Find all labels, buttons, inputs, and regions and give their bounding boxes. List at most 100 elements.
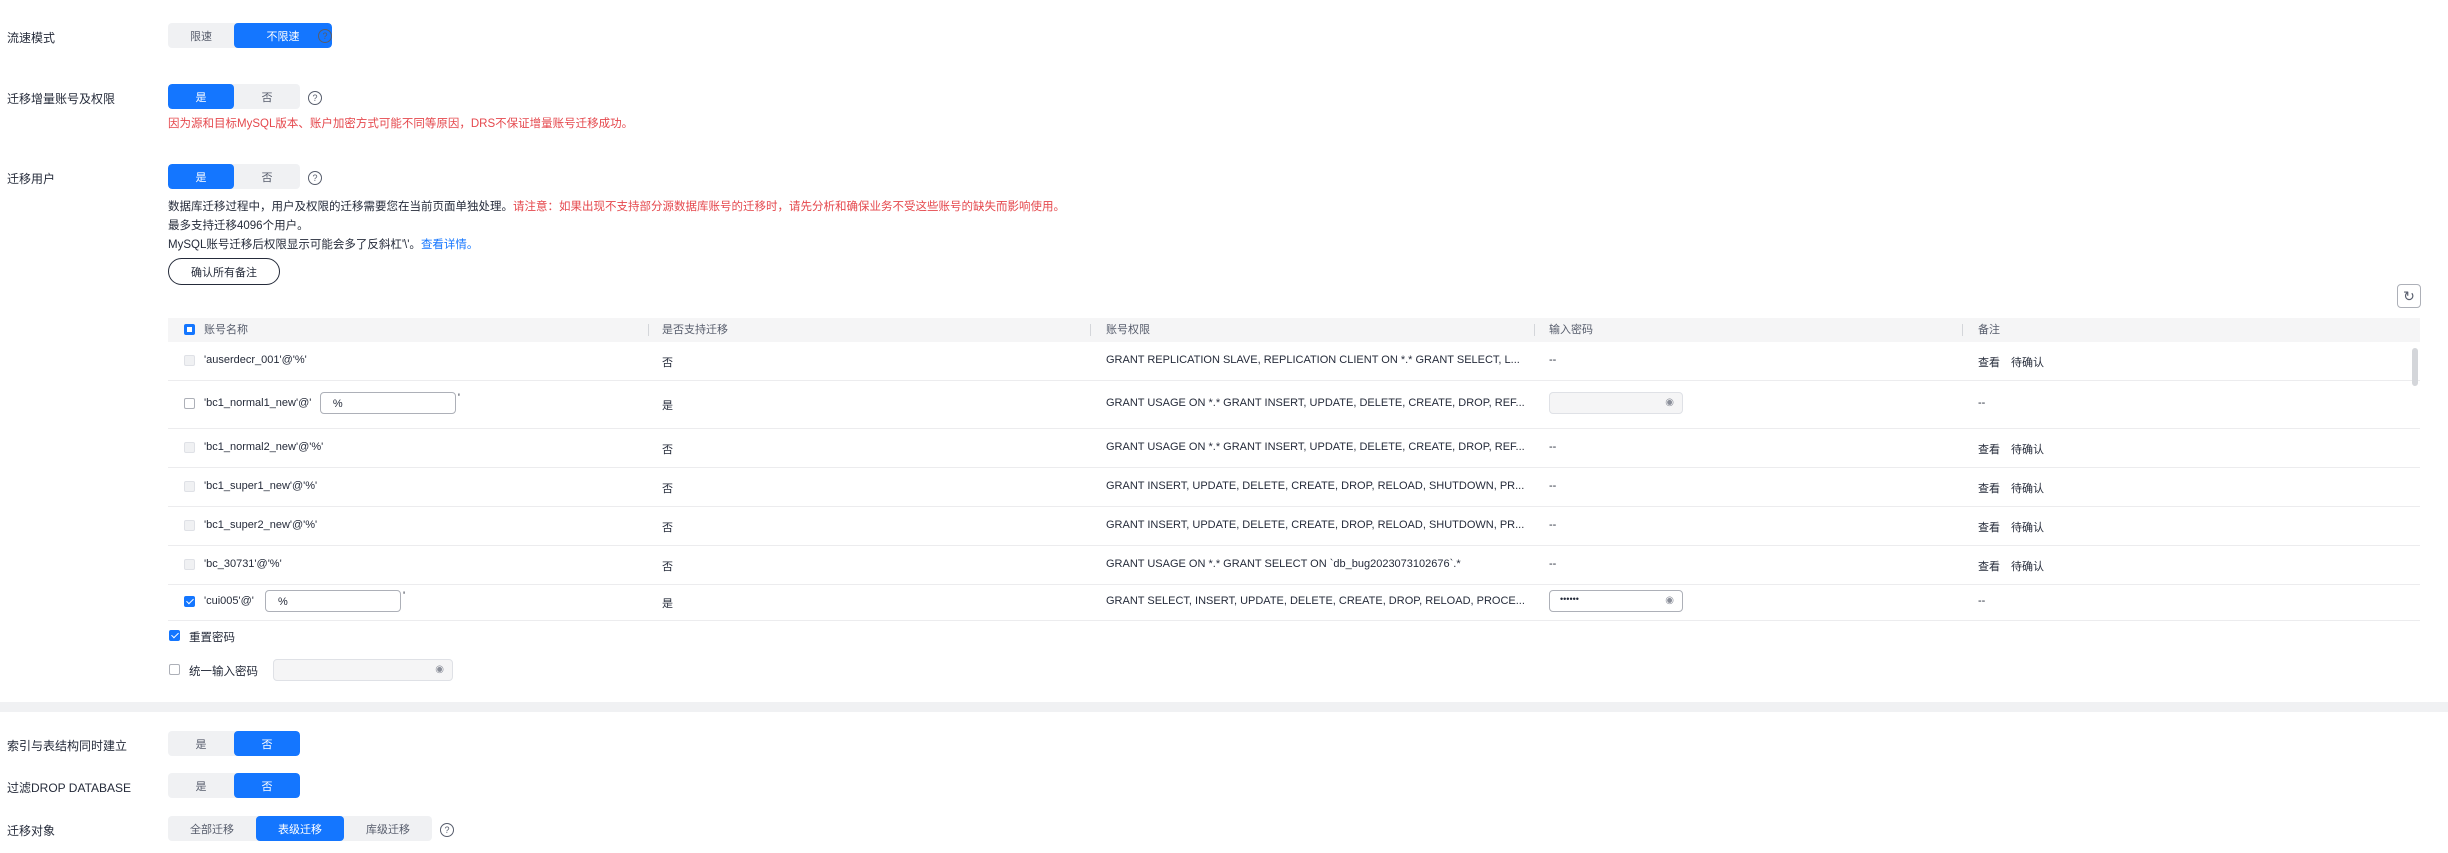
migrate-users-note-text: MySQL账号迁移后权限显示可能会多了反斜杠'\'。 xyxy=(168,239,421,251)
eye-icon[interactable]: ◉ xyxy=(435,664,444,675)
reset-password-label: 重置密码 xyxy=(189,632,235,644)
remark-value: -- xyxy=(1978,397,1986,409)
supported-value: 否 xyxy=(662,483,673,495)
row-checkbox[interactable] xyxy=(184,481,195,492)
pending-confirm-link[interactable]: 待确认 xyxy=(2011,558,2044,574)
supported-value: 否 xyxy=(662,561,673,573)
password-input[interactable]: •••••• ◉ xyxy=(1549,590,1683,612)
table-row: 'bc_30731'@'%' 否 GRANT USAGE ON *.* GRANT … xyxy=(168,545,2420,585)
row-checkbox[interactable] xyxy=(184,520,195,531)
filter-drop-segmented: 是 否 xyxy=(168,773,300,798)
migrate-objects-option-table[interactable]: 表级迁移 xyxy=(256,816,344,841)
migrate-accounts-warning: 因为源和目标MySQL版本、账户加密方式可能不同等原因，DRS不保证增量账号迁移… xyxy=(168,118,634,130)
column-header-supported: 是否支持迁移 xyxy=(662,324,728,336)
privileges-value: GRANT USAGE ON *.* GRANT INSERT, UPDATE,… xyxy=(1106,397,1525,409)
table-row: 'bc1_super1_new'@'%' 否 GRANT INSERT, UPDAT… xyxy=(168,467,2420,507)
unified-password-input[interactable]: ◉ xyxy=(273,659,453,681)
supported-value: 否 xyxy=(662,444,673,456)
index-build-option-no[interactable]: 否 xyxy=(234,731,300,756)
index-build-segmented: 是 否 xyxy=(168,731,300,756)
supported-value: 是 xyxy=(662,400,673,412)
select-all-checkbox[interactable] xyxy=(184,324,195,335)
refresh-icon[interactable]: ↻ xyxy=(2397,284,2421,308)
supported-value: 是 xyxy=(662,598,673,610)
throttle-label: 流速模式 xyxy=(7,31,56,45)
migrate-accounts-option-yes[interactable]: 是 xyxy=(168,84,234,109)
filter-drop-option-yes[interactable]: 是 xyxy=(168,773,234,798)
host-input[interactable]: % xyxy=(319,392,456,414)
migrate-users-segmented: 是 否 xyxy=(168,164,300,189)
unified-password-label: 统一输入密码 xyxy=(189,666,258,678)
pending-confirm-link[interactable]: 待确认 xyxy=(2011,519,2044,535)
password-value: -- xyxy=(1549,519,1557,531)
row-checkbox[interactable] xyxy=(184,442,195,453)
column-divider xyxy=(1962,324,1963,336)
pending-confirm-link[interactable]: 待确认 xyxy=(2011,354,2044,370)
row-checkbox[interactable] xyxy=(184,355,195,366)
help-circle-icon[interactable]: ? xyxy=(318,29,332,43)
account-name: 'auserdecr_001'@'%' xyxy=(204,354,307,366)
view-link[interactable]: 查看 xyxy=(1978,441,2000,457)
help-circle-icon[interactable]: ? xyxy=(308,91,322,105)
privileges-value: GRANT USAGE ON *.* GRANT INSERT, UPDATE,… xyxy=(1106,441,1525,453)
password-value: -- xyxy=(1549,480,1557,492)
pending-confirm-link[interactable]: 待确认 xyxy=(2011,441,2044,457)
table-scrollbar[interactable] xyxy=(2412,348,2418,386)
password-input[interactable]: ◉ xyxy=(1549,392,1683,414)
view-link[interactable]: 查看 xyxy=(1978,480,2000,496)
migrate-objects-segmented: 全部迁移 表级迁移 库级迁移 xyxy=(168,816,432,841)
migrate-objects-option-all[interactable]: 全部迁移 xyxy=(168,816,256,841)
view-link[interactable]: 查看 xyxy=(1978,558,2000,574)
table-row: 'bc1_normal1_new'@'% ' 是 GRANT USAGE ON *.*… xyxy=(168,380,2420,429)
password-value: -- xyxy=(1549,441,1557,453)
row-checkbox[interactable] xyxy=(184,398,195,409)
account-name-suffix: ' xyxy=(457,392,460,404)
password-mask: •••••• xyxy=(1560,594,1579,604)
column-divider xyxy=(1534,324,1535,336)
account-name: 'bc1_normal1_new'@' xyxy=(204,397,312,409)
privileges-value: GRANT INSERT, UPDATE, DELETE, CREATE, DR… xyxy=(1106,519,1525,531)
eye-icon[interactable]: ◉ xyxy=(1665,397,1674,408)
supported-value: 否 xyxy=(662,522,673,534)
eye-icon[interactable]: ◉ xyxy=(1665,595,1674,606)
migrate-objects-option-db[interactable]: 库级迁移 xyxy=(344,816,432,841)
privileges-value: GRANT SELECT, INSERT, UPDATE, DELETE, CR… xyxy=(1106,595,1525,607)
password-value: -- xyxy=(1549,558,1557,570)
confirm-all-remarks-button[interactable]: 确认所有备注 xyxy=(168,258,280,285)
migrate-accounts-option-no[interactable]: 否 xyxy=(234,84,300,109)
pending-confirm-link[interactable]: 待确认 xyxy=(2011,480,2044,496)
index-build-option-yes[interactable]: 是 xyxy=(168,731,234,756)
column-header-privileges: 账号权限 xyxy=(1106,324,1150,336)
row-checkbox[interactable] xyxy=(184,559,195,570)
section-divider xyxy=(0,702,2448,712)
throttle-option-limited[interactable]: 限速 xyxy=(168,23,234,48)
migrate-users-label: 迁移用户 xyxy=(7,172,56,186)
users-table-header: 账号名称 是否支持迁移 账号权限 输入密码 备注 xyxy=(168,318,2420,342)
row-checkbox[interactable] xyxy=(184,596,195,607)
index-build-label: 索引与表结构同时建立 xyxy=(7,739,128,753)
privileges-value: GRANT INSERT, UPDATE, DELETE, CREATE, DR… xyxy=(1106,480,1525,492)
password-value: -- xyxy=(1549,354,1557,366)
filter-drop-option-no[interactable]: 否 xyxy=(234,773,300,798)
remark-value: -- xyxy=(1978,595,1986,607)
help-circle-icon[interactable]: ? xyxy=(440,823,454,837)
view-details-link[interactable]: 查看详情。 xyxy=(421,239,479,251)
column-header-remark: 备注 xyxy=(1978,324,2000,336)
table-row: 'cui005'@'% ' 是 GRANT SELECT, INSERT, UPDAT… xyxy=(168,584,2420,621)
host-input[interactable]: % xyxy=(265,590,401,612)
account-name-suffix: ' xyxy=(403,590,406,602)
view-link[interactable]: 查看 xyxy=(1978,354,2000,370)
migrate-users-note: MySQL账号迁移后权限显示可能会多了反斜杠'\'。查看详情。 xyxy=(168,236,478,252)
migrate-users-option-yes[interactable]: 是 xyxy=(168,164,234,189)
table-row: 'auserdecr_001'@'%' 否 GRANT REPLICATION SL… xyxy=(168,342,2420,381)
migrate-users-desc-text: 数据库迁移过程中，用户及权限的迁移需要您在当前页面单独处理。 xyxy=(168,201,513,213)
migrate-users-option-no[interactable]: 否 xyxy=(234,164,300,189)
unified-password-checkbox[interactable] xyxy=(169,664,180,675)
help-circle-icon[interactable]: ? xyxy=(308,171,322,185)
supported-value: 否 xyxy=(662,357,673,369)
account-name: 'bc1_normal2_new'@'%' xyxy=(204,441,324,453)
account-name: 'bc1_super1_new'@'%' xyxy=(204,480,318,492)
reset-password-checkbox[interactable] xyxy=(169,630,180,641)
account-name: 'cui005'@' xyxy=(204,595,254,607)
view-link[interactable]: 查看 xyxy=(1978,519,2000,535)
